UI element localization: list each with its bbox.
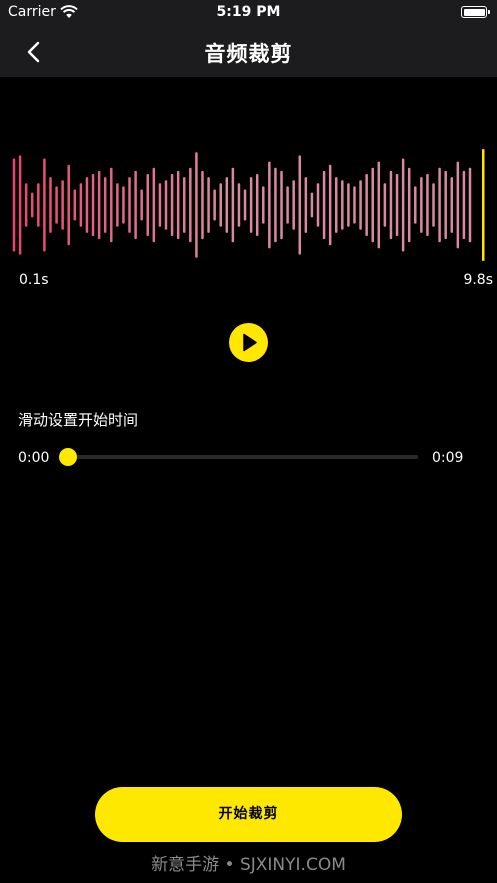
waveform-bar — [85, 177, 89, 233]
waveform-bar — [67, 164, 70, 246]
waveform-bar — [280, 170, 283, 240]
waveform-bar — [55, 186, 58, 224]
page-title: 音频裁剪 — [204, 42, 293, 66]
waveform-bar — [30, 192, 34, 218]
waveform-bar — [304, 177, 308, 233]
waveform-end-time: 9.8s — [463, 272, 493, 288]
waveform-bar — [353, 186, 356, 224]
waveform-bar — [110, 167, 113, 243]
navigation-bar: 音频裁剪 — [0, 26, 497, 77]
waveform-bar — [249, 177, 253, 233]
waveform-bar — [347, 183, 350, 227]
waveform-bar — [292, 180, 295, 230]
waveform-bar — [140, 189, 143, 221]
waveform-bar — [395, 174, 399, 236]
slider-thumb[interactable] — [59, 448, 77, 466]
waveform-bar — [91, 174, 95, 236]
waveform-bar — [468, 167, 472, 243]
waveform-bar — [152, 167, 156, 243]
waveform-bar — [371, 167, 374, 243]
waveform-bar — [195, 152, 198, 258]
waveform-bar — [414, 186, 417, 224]
waveform-bar — [225, 177, 229, 233]
waveform-bar — [122, 186, 125, 224]
waveform-bar — [182, 177, 186, 233]
waveform-bar — [438, 167, 441, 243]
waveform-start-time: 0.1s — [19, 272, 49, 288]
waveform-bar — [456, 161, 460, 249]
waveform-bar — [298, 155, 302, 255]
slider-min-label: 0:00 — [18, 450, 50, 466]
waveform-bar — [170, 174, 174, 236]
waveform-bar — [401, 158, 405, 252]
waveform-bar — [383, 183, 387, 227]
waveform-bar — [243, 189, 247, 221]
waveform-bar — [432, 183, 435, 227]
waveform-bar — [407, 167, 411, 243]
waveform-bar — [365, 174, 368, 236]
status-bar: Carrier 5:19 PM — [0, 0, 497, 26]
trim-end-handle[interactable] — [482, 149, 485, 261]
waveform-bar — [231, 167, 235, 243]
waveform-bar — [103, 177, 107, 233]
play-button[interactable] — [229, 323, 268, 362]
waveform-bar — [450, 177, 454, 233]
waveform-bar — [420, 177, 423, 233]
audio-waveform[interactable] — [0, 140, 497, 270]
waveform-bar — [322, 170, 326, 240]
waveform-bar — [255, 174, 259, 236]
start-time-slider[interactable] — [59, 448, 418, 466]
waveform-bar — [201, 170, 204, 240]
waveform-bar — [262, 186, 265, 224]
waveform-bar — [116, 183, 119, 227]
waveform-bar — [189, 167, 192, 243]
battery-icon — [461, 6, 490, 18]
waveform-bar — [24, 183, 28, 227]
waveform-bar — [334, 177, 338, 233]
waveform-bar — [268, 161, 271, 249]
waveform-bar — [79, 183, 83, 227]
waveform-bar — [164, 180, 168, 230]
waveform-bar — [219, 183, 222, 227]
waveform-bar — [341, 180, 344, 230]
waveform-bar — [49, 177, 52, 233]
waveform-bar — [328, 164, 332, 246]
waveform-bar — [128, 177, 131, 233]
waveform-bar — [286, 186, 289, 224]
waveform-bar — [134, 170, 137, 240]
waveform-bar — [310, 192, 314, 218]
waveform-bar — [176, 170, 180, 240]
waveform-bar — [426, 174, 429, 236]
waveform-bar — [97, 170, 101, 240]
slider-max-label: 0:09 — [432, 450, 464, 466]
waveform-bar — [237, 183, 241, 227]
slider-title: 滑动设置开始时间 — [18, 411, 139, 429]
start-trim-button[interactable]: 开始裁剪 — [95, 787, 402, 842]
waveform-bar — [37, 183, 40, 227]
waveform-bar — [158, 183, 162, 227]
play-icon — [243, 333, 257, 352]
waveform-bar — [12, 158, 16, 252]
waveform-bar — [377, 161, 381, 249]
clock-label: 5:19 PM — [216, 4, 281, 20]
waveform-bar — [43, 158, 46, 252]
waveform-bar — [18, 155, 22, 255]
waveform-bar — [274, 167, 277, 243]
waveform-bar — [462, 170, 466, 240]
waveform-bar — [213, 189, 216, 221]
waveform-bar — [146, 174, 150, 236]
waveform-bar — [73, 189, 77, 221]
waveform-bar — [359, 180, 362, 230]
watermark-text: 新意手游 • SJXINYI.COM — [151, 855, 346, 875]
waveform-bar — [389, 170, 393, 240]
waveform-bar — [61, 180, 64, 230]
waveform-bar — [316, 183, 320, 227]
waveform-bar — [444, 170, 447, 240]
waveform-bar — [207, 177, 210, 233]
